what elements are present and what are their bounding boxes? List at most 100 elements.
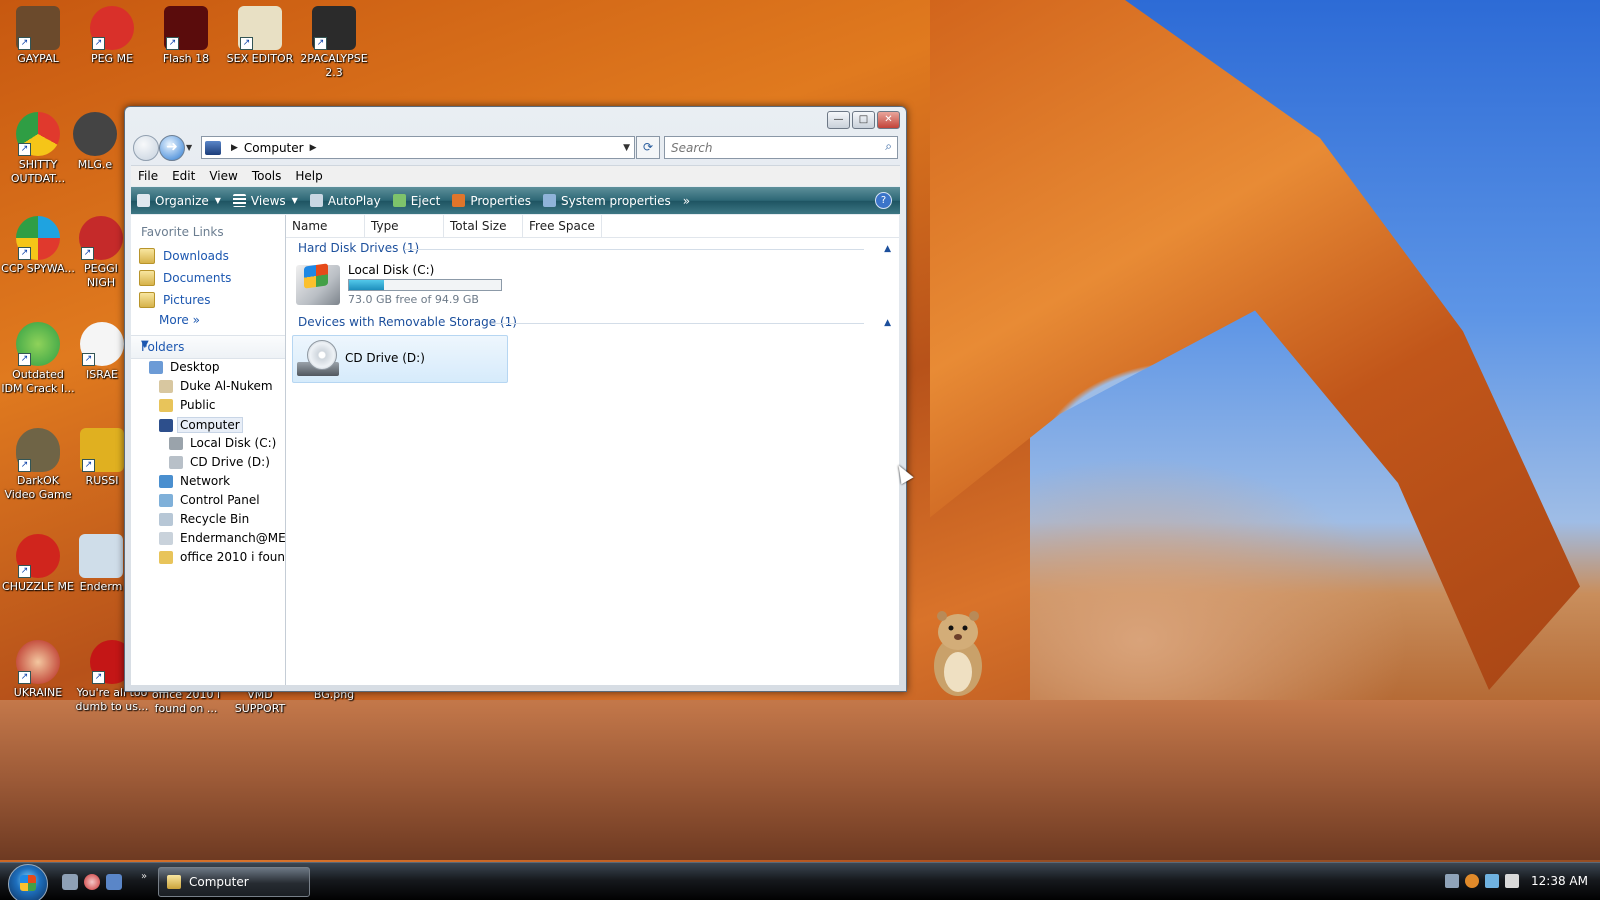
column-total-size[interactable]: Total Size: [444, 215, 523, 237]
autoplay-button[interactable]: AutoPlay: [309, 194, 381, 208]
desktop-icon-flash-18[interactable]: ↗ Flash 18: [148, 6, 224, 66]
menu-help[interactable]: Help: [288, 169, 329, 183]
tree-item-control-panel[interactable]: Control Panel: [159, 493, 260, 507]
desktop-icon-sex-editor[interactable]: ↗ SEX EDITOR: [222, 6, 298, 66]
search-icon[interactable]: ⌕: [885, 139, 892, 154]
quicklaunch-show-desktop-icon[interactable]: [62, 874, 78, 890]
tree-item-public[interactable]: Public: [159, 398, 216, 412]
desktop-icon-2pacalypse[interactable]: ↗ 2PACALYPSE 2.3: [296, 6, 372, 80]
organize-button[interactable]: Organize ▼: [137, 194, 221, 208]
network-tray-icon[interactable]: [1485, 874, 1500, 888]
column-headers: Name Type Total Size Free Space: [286, 215, 899, 238]
volume-muted-icon[interactable]: [1505, 874, 1520, 888]
group-divider: [491, 323, 864, 324]
desktop-icon-vmd-support[interactable]: VMD SUPPORT: [222, 688, 298, 716]
desktop-icon-shitty-outdat[interactable]: ↗ SHITTY OUTDAT...: [0, 112, 76, 186]
drive-local-disk-c[interactable]: Local Disk (C:) 73.0 GB free of 94.9 GB: [296, 261, 516, 311]
column-free-space[interactable]: Free Space: [523, 215, 602, 237]
tree-item-office-2010[interactable]: office 2010 i found c: [159, 550, 285, 564]
hard-disk-icon: [296, 263, 340, 305]
clock[interactable]: 12:38 AM: [1531, 874, 1588, 888]
desktop-icon-gaypal[interactable]: ↗ GAYPAL: [0, 6, 76, 66]
search-box[interactable]: ⌕: [664, 136, 898, 159]
menu-tools[interactable]: Tools: [245, 169, 289, 183]
favorite-documents[interactable]: Documents: [139, 270, 231, 286]
chevron-down-icon: ▼: [214, 196, 221, 205]
desktop-icon-darkok[interactable]: ↗ DarkOK Video Game: [0, 428, 76, 502]
minimize-button[interactable]: —: [827, 111, 850, 129]
flower-icon: ↗: [80, 322, 124, 366]
navigation-bar: ➜ ▼ ▶ Computer ▶ ▼ ⟳ ⌕: [131, 133, 900, 161]
views-button[interactable]: Views ▼: [232, 194, 298, 208]
tree-item-recycle-bin[interactable]: Recycle Bin: [159, 512, 249, 526]
russi-icon: ↗: [80, 428, 124, 472]
taskbar-button-computer[interactable]: Computer: [158, 867, 310, 897]
desktop-icon-enderm[interactable]: Enderm: [78, 534, 124, 594]
disk-usage-fill: [349, 280, 384, 290]
menu-edit[interactable]: Edit: [165, 169, 202, 183]
favorite-downloads[interactable]: Downloads: [139, 248, 229, 264]
tray-icon[interactable]: [1445, 874, 1460, 888]
start-button[interactable]: [8, 864, 48, 900]
cd-drive-icon: [297, 340, 339, 378]
more-links[interactable]: More »: [159, 313, 200, 327]
drive-cd-d[interactable]: CD Drive (D:): [292, 335, 508, 383]
search-input[interactable]: [669, 137, 873, 158]
recent-pages-dropdown[interactable]: ▼: [186, 143, 192, 152]
peg-me-icon: ↗: [90, 6, 134, 50]
tree-item-network[interactable]: Network: [159, 474, 230, 488]
desktop-icon-russi[interactable]: ↗ RUSSI: [80, 428, 124, 488]
help-icon[interactable]: ?: [875, 192, 892, 209]
back-button[interactable]: [133, 135, 159, 161]
eject-button[interactable]: Eject: [392, 194, 440, 208]
desktop-icon-ccp-spyware[interactable]: ↗ CCP SPYWA...: [0, 216, 76, 276]
quicklaunch-more-icon[interactable]: »: [141, 871, 147, 882]
windows-logo-icon: [304, 263, 328, 289]
refresh-button[interactable]: ⟳: [636, 136, 660, 159]
system-tray: 12:38 AM: [1445, 865, 1600, 897]
more-commands-button[interactable]: »: [683, 194, 690, 208]
desktop-icon-peg-me[interactable]: ↗ PEG ME: [74, 6, 150, 66]
desktop-icon-ukraine[interactable]: ↗ UKRAINE: [0, 640, 76, 700]
tree-item-computer[interactable]: Computer: [159, 417, 243, 433]
quicklaunch-browser-icon[interactable]: [84, 874, 100, 890]
menu-view[interactable]: View: [202, 169, 244, 183]
close-button[interactable]: ✕: [877, 111, 900, 129]
desktop-icon-israe[interactable]: ↗ ISRAE: [80, 322, 124, 382]
tree-item-endermanch[interactable]: Endermanch@MEM: [159, 531, 285, 545]
chrome-icon: ↗: [16, 112, 60, 156]
column-name[interactable]: Name: [286, 215, 365, 237]
desktop-icon-office-2010[interactable]: office 2010 i found on ...: [148, 688, 224, 716]
tray-search-icon[interactable]: [1465, 874, 1480, 888]
autoplay-icon: [309, 194, 323, 207]
tree-item-cd-drive[interactable]: CD Drive (D:): [169, 455, 270, 469]
breadcrumb-computer[interactable]: Computer: [244, 141, 304, 155]
arrow-right-icon: ➜: [166, 139, 178, 155]
breadcrumb-arrow-icon[interactable]: ▶: [231, 143, 238, 153]
quicklaunch-switch-windows-icon[interactable]: [106, 874, 122, 890]
group-header-removable[interactable]: Devices with Removable Storage (1): [298, 315, 517, 329]
address-dropdown-icon[interactable]: ▼: [623, 143, 630, 153]
breadcrumb-arrow-icon[interactable]: ▶: [310, 143, 317, 153]
desktop-icon-mlg[interactable]: MLG.e: [70, 112, 120, 172]
money-bag-icon: ↗: [16, 428, 60, 472]
maximize-button[interactable]: □: [852, 111, 875, 129]
system-properties-button[interactable]: System properties: [542, 194, 671, 208]
desktop-icon-idm[interactable]: ↗ Outdated IDM Crack I...: [0, 322, 76, 396]
tree-item-desktop[interactable]: Desktop: [149, 360, 220, 374]
address-bar[interactable]: ▶ Computer ▶ ▼: [201, 136, 635, 159]
folders-header[interactable]: Folders ▼: [131, 335, 285, 359]
menu-file[interactable]: File: [131, 169, 165, 183]
properties-button[interactable]: Properties: [452, 194, 531, 208]
favorite-pictures[interactable]: Pictures: [139, 292, 211, 308]
tree-item-user[interactable]: Duke Al-Nukem: [159, 379, 285, 393]
collapse-icon[interactable]: ▲: [884, 318, 891, 328]
desktop-icon-chuzzle[interactable]: ↗ CHUZZLE ME: [0, 534, 76, 594]
collapse-icon[interactable]: ▲: [884, 244, 891, 254]
double-chevron-icon: »: [192, 313, 200, 327]
desktop-icon-peggi[interactable]: ↗ PEGGI NIGH: [76, 216, 126, 290]
column-type[interactable]: Type: [365, 215, 444, 237]
forward-button[interactable]: ➜: [159, 135, 185, 161]
tree-item-local-disk[interactable]: Local Disk (C:): [169, 436, 276, 450]
group-header-hard-disks[interactable]: Hard Disk Drives (1): [298, 241, 419, 255]
